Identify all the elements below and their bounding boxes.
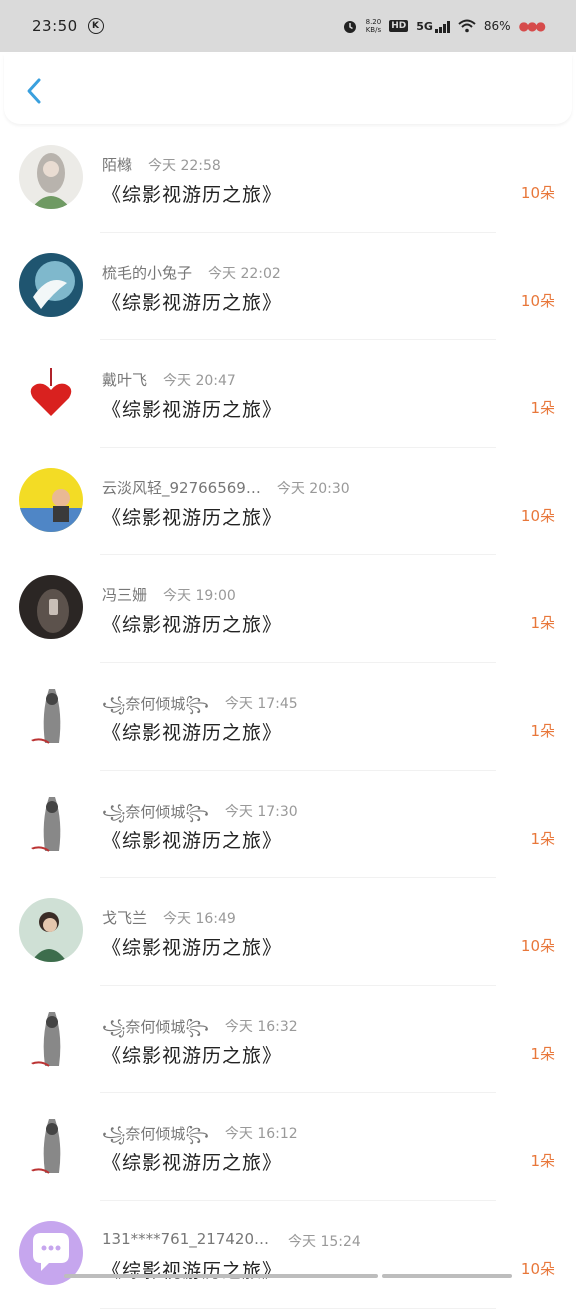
user-name: 131****761_2174206812	[102, 1229, 272, 1248]
avatar[interactable]	[19, 252, 83, 317]
alarm-icon	[343, 21, 356, 33]
back-arrow-icon[interactable]	[22, 76, 48, 106]
book-title: 《综影视游历之旅》	[102, 1259, 283, 1282]
flower-count: 1朵	[530, 399, 555, 418]
avatar[interactable]	[19, 575, 83, 640]
list-item[interactable]: 云淡风轻_92766569… 今天 20:30 《综影视游历之旅》 10朵	[0, 448, 576, 556]
status-bar: 23:50 K 8.20 KB/s HD 5G 86% ●●●	[0, 0, 576, 52]
timestamp: 今天 16:49	[163, 911, 236, 928]
avatar[interactable]	[19, 1005, 83, 1070]
network-type: 5G	[416, 19, 433, 33]
flower-count: 1朵	[530, 721, 555, 740]
user-name: 戴叶飞	[102, 371, 148, 390]
scroll-indicator	[382, 1274, 512, 1278]
hd-icon: HD	[389, 20, 409, 32]
wifi-icon	[458, 19, 476, 33]
timestamp: 今天 20:30	[276, 480, 350, 497]
avatar[interactable]	[19, 898, 83, 963]
timestamp: 今天 16:32	[224, 1018, 298, 1035]
timestamp: 今天 19:00	[163, 588, 236, 605]
home-indicator	[64, 1274, 378, 1278]
cellular-signal-icon: 5G	[416, 20, 450, 33]
book-title: 《综影视游历之旅》	[102, 614, 283, 637]
book-title: 《综影视游历之旅》	[102, 937, 283, 960]
strawberry-battery-icon: ●●●	[518, 19, 546, 33]
list-item[interactable]: ꧁奈何倾城꧂ 今天 17:30 《综影视游历之旅》 1朵	[0, 771, 576, 879]
list-item[interactable]: 陌橼 今天 22:58 《综影视游历之旅》 10朵	[0, 125, 576, 233]
flower-count: 1朵	[530, 614, 555, 633]
list-item[interactable]: ꧁奈何倾城꧂ 今天 17:45 《综影视游历之旅》 1朵	[0, 663, 576, 771]
user-name: 陌橼	[102, 156, 133, 174]
list-item[interactable]: 戴叶飞 今天 20:47 《综影视游历之旅》 1朵	[0, 340, 576, 448]
timestamp: 今天 22:02	[208, 265, 281, 282]
timestamp: 今天 17:45	[224, 695, 298, 712]
timestamp: 今天 15:24	[288, 1233, 361, 1250]
user-name: 梳毛的小兔子	[102, 263, 193, 282]
avatar[interactable]	[19, 360, 83, 425]
avatar[interactable]	[19, 790, 83, 855]
net-speed-value: 8.20	[365, 18, 382, 26]
avatar[interactable]	[19, 1113, 83, 1178]
battery-percent: 86%	[483, 19, 511, 33]
list-item[interactable]: 131****761_2174206812 今天 15:24 《综影视游历之旅》 10…	[0, 1201, 576, 1309]
flower-count: 1朵	[530, 1152, 555, 1171]
book-title: 《综影视游历之旅》	[102, 399, 283, 422]
book-title: 《综影视游历之旅》	[102, 291, 283, 314]
divider	[100, 1307, 496, 1309]
list-item[interactable]: 梳毛的小兔子 今天 22:02 《综影视游历之旅》 10朵	[0, 233, 576, 341]
top-nav-bar	[4, 54, 572, 124]
timestamp: 今天 20:47	[163, 373, 236, 390]
timestamp: 今天 22:58	[148, 158, 221, 174]
book-title: 《综影视游历之旅》	[102, 829, 283, 852]
book-title: 《综影视游历之旅》	[102, 506, 283, 529]
book-title: 《综影视游历之旅》	[102, 1152, 283, 1175]
list-item[interactable]: 戈飞兰 今天 16:49 《综影视游历之旅》 10朵	[0, 878, 576, 986]
net-speed-unit: KB/s	[365, 26, 382, 34]
list-item[interactable]: ꧁奈何倾城꧂ 今天 16:12 《综影视游历之旅》 1朵	[0, 1093, 576, 1201]
user-name: 云淡风轻_92766569…	[102, 478, 261, 497]
avatar[interactable]	[19, 682, 83, 747]
timestamp: 今天 17:30	[224, 803, 298, 820]
list-item[interactable]: 冯三姗 今天 19:00 《综影视游历之旅》 1朵	[0, 555, 576, 663]
user-name: 冯三姗	[102, 586, 148, 605]
book-title: 《综影视游历之旅》	[102, 721, 283, 744]
flower-count: 10朵	[520, 1259, 555, 1278]
status-time: 23:50	[32, 17, 78, 35]
flower-count: 10朵	[520, 184, 555, 202]
k-app-icon: K	[87, 18, 104, 34]
avatar[interactable]	[19, 145, 83, 209]
flower-count: 10朵	[520, 937, 555, 956]
timestamp: 今天 16:12	[224, 1126, 298, 1143]
list-item[interactable]: ꧁奈何倾城꧂ 今天 16:32 《综影视游历之旅》 1朵	[0, 986, 576, 1094]
flower-count: 10朵	[520, 506, 555, 525]
user-name: 戈飞兰	[102, 909, 148, 928]
net-speed: 8.20 KB/s	[366, 18, 382, 34]
flower-count: 1朵	[530, 1044, 555, 1063]
avatar[interactable]	[19, 467, 83, 532]
book-title: 《综影视游历之旅》	[102, 184, 283, 206]
flower-count: 1朵	[530, 829, 555, 848]
book-title: 《综影视游历之旅》	[102, 1044, 283, 1067]
flower-count: 10朵	[520, 291, 555, 310]
gift-record-list: 陌橼 今天 22:58 《综影视游历之旅》 10朵 梳毛的小兔子 今天 22:02 《综影视…	[0, 125, 576, 1309]
